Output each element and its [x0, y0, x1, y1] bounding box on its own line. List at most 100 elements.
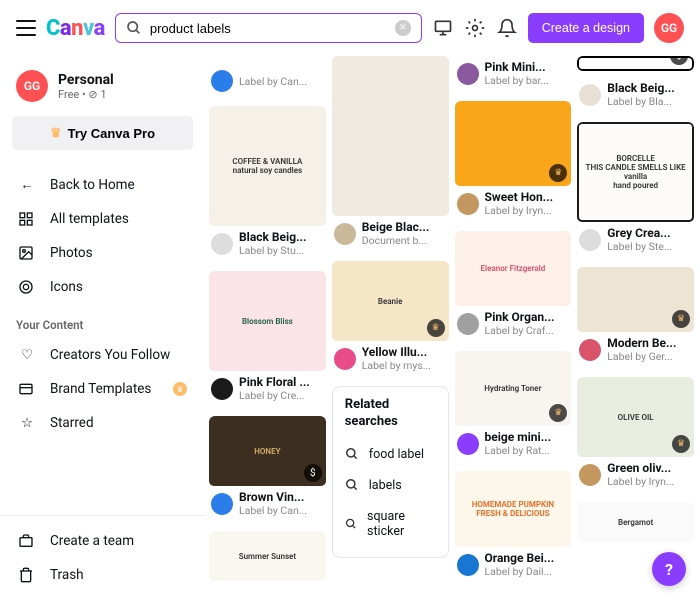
template-thumbnail[interactable]: ♛ [577, 267, 694, 332]
template-title: Beige Blac... [362, 220, 447, 234]
author-avatar[interactable] [211, 233, 233, 255]
template-title: Pink Floral ... [239, 375, 324, 389]
template-thumbnail[interactable]: Hydrating Toner♛ [455, 351, 572, 426]
template-thumbnail[interactable]: ♛ [455, 101, 572, 186]
template-thumbnail[interactable]: Beanie♛ [332, 261, 449, 341]
template-card[interactable]: OLIVE OIL♛ Green oliv...Label by Iryn... [577, 377, 694, 496]
template-title: Brown Vin... [239, 490, 324, 504]
template-title: Yellow Illu... [362, 345, 447, 359]
template-card[interactable]: ♛Sweet Hon...Label by Iryn... [455, 101, 572, 225]
template-author: Label by Dail... [485, 565, 570, 578]
desktop-icon[interactable] [432, 17, 454, 39]
template-card[interactable]: Bergamot [577, 502, 694, 542]
author-avatar[interactable] [457, 313, 479, 335]
clear-search-icon[interactable]: ✕ [395, 20, 411, 36]
canva-logo[interactable]: Canva [46, 16, 105, 41]
template-card[interactable]: Beige Blac...Document b... [332, 56, 449, 255]
template-title: Pink Organ... [485, 310, 570, 324]
premium-badge-icon: ♛ [672, 435, 690, 453]
nav-back-home[interactable]: ←Back to Home [12, 168, 193, 202]
nav-photos[interactable]: Photos [12, 236, 193, 270]
template-card[interactable]: BORCELLE THIS CANDLE SMELLS LIKE vanilla… [577, 122, 694, 261]
template-author: Label by Can... [239, 75, 324, 88]
related-search-item[interactable]: square sticker [345, 501, 436, 547]
profile-name: Personal [58, 72, 114, 88]
template-thumbnail[interactable]: Bergamot [577, 502, 694, 542]
author-avatar[interactable] [334, 348, 356, 370]
template-thumbnail[interactable]: $ [577, 56, 694, 71]
search-input[interactable] [150, 21, 387, 36]
template-author: Label by Iryn... [607, 475, 692, 488]
template-thumbnail[interactable]: Blossom Bliss [209, 271, 326, 371]
template-card[interactable]: HONEY$Brown Vin...Label by Can... [209, 416, 326, 525]
author-avatar[interactable] [211, 70, 233, 92]
template-card[interactable]: COFFEE & VANILLA natural soy candlesBlac… [209, 106, 326, 265]
settings-icon[interactable] [464, 17, 486, 39]
template-thumbnail[interactable]: OLIVE OIL♛ [577, 377, 694, 457]
user-avatar[interactable]: GG [654, 13, 684, 43]
template-card[interactable]: Black Beig...Label by Bla... [577, 77, 694, 116]
author-avatar[interactable] [457, 193, 479, 215]
template-author: Document b... [362, 234, 447, 247]
template-thumbnail[interactable]: BORCELLE THIS CANDLE SMELLS LIKE vanilla… [577, 122, 694, 222]
template-thumbnail[interactable]: Eleanor Fitzgerald [455, 231, 572, 306]
template-thumbnail[interactable]: HONEY$ [209, 416, 326, 486]
related-search-item[interactable]: food label [345, 439, 436, 470]
nav-all-templates[interactable]: All templates [12, 202, 193, 236]
nav-create-team[interactable]: Create a team [12, 524, 193, 558]
author-avatar[interactable] [334, 223, 356, 245]
nav-brand-templates[interactable]: Brand Templates♛ [12, 372, 193, 406]
author-avatar[interactable] [457, 433, 479, 455]
nav-trash[interactable]: Trash [12, 558, 193, 592]
help-button[interactable]: ? [652, 552, 686, 586]
author-avatar[interactable] [579, 464, 601, 486]
author-avatar[interactable] [457, 63, 479, 85]
author-avatar[interactable] [579, 84, 601, 106]
template-thumbnail[interactable]: Summer Sunset [209, 531, 326, 581]
template-thumbnail[interactable]: HOMEMADE PUMPKIN FRESH & DELICIOUS [455, 471, 572, 547]
template-card[interactable]: ♛Modern Be...Label by Ger... [577, 267, 694, 371]
template-author: Label by bar... [485, 74, 570, 87]
try-pro-button[interactable]: ♛Try Canva Pro [12, 116, 193, 150]
author-avatar[interactable] [211, 493, 233, 515]
team-icon [18, 533, 36, 549]
templates-icon [18, 211, 36, 227]
template-card[interactable]: Beanie♛Yellow Illu...Label by mys... [332, 261, 449, 380]
template-author: Label by Stu... [239, 244, 324, 257]
create-design-button[interactable]: Create a design [528, 13, 644, 43]
star-icon: ☆ [18, 415, 36, 431]
template-card[interactable]: $ [577, 56, 694, 71]
profile-avatar: GG [16, 70, 48, 102]
template-card[interactable]: Label by Can... [209, 56, 326, 100]
crown-icon: ♛ [50, 125, 62, 141]
related-title: Related searches [345, 397, 436, 431]
author-avatar[interactable] [457, 554, 479, 576]
search-bar[interactable]: ✕ [115, 13, 422, 43]
template-card[interactable]: HOMEMADE PUMPKIN FRESH & DELICIOUSOrange… [455, 471, 572, 586]
author-avatar[interactable] [579, 229, 601, 251]
template-card[interactable]: Blossom Bliss Pink Floral ...Label by Cre… [209, 271, 326, 410]
template-card[interactable]: Eleanor Fitzgerald Pink Organ...Label by … [455, 231, 572, 345]
template-card[interactable]: Hydrating Toner♛beige mini...Label by Ra… [455, 351, 572, 465]
template-author: Label by Ger... [607, 350, 692, 363]
template-thumbnail[interactable]: COFFEE & VANILLA natural soy candles [209, 106, 326, 226]
template-author: Label by Craf... [485, 324, 570, 337]
related-search-item[interactable]: labels [345, 470, 436, 501]
template-thumbnail[interactable] [332, 56, 449, 216]
nav-starred[interactable]: ☆Starred [12, 406, 193, 440]
template-card[interactable]: Pink Mini...Label by bar... [455, 56, 572, 95]
related-searches-box: Related searches food labellabelssquare s… [332, 386, 449, 558]
template-title: Grey Crea... [607, 226, 692, 240]
notifications-icon[interactable] [496, 17, 518, 39]
template-title: Green oliv... [607, 461, 692, 475]
profile-section[interactable]: GG Personal Free • ⊘ 1 [12, 64, 193, 116]
hamburger-menu[interactable] [16, 20, 36, 36]
template-card[interactable]: Summer Sunset [209, 531, 326, 581]
template-author: Label by Cre... [239, 389, 324, 402]
template-thumbnail[interactable] [209, 56, 326, 66]
nav-icons[interactable]: Icons [12, 270, 193, 304]
nav-creators[interactable]: ♡Creators You Follow [12, 338, 193, 372]
author-avatar[interactable] [579, 339, 601, 361]
author-avatar[interactable] [211, 378, 233, 400]
paid-badge-icon: $ [670, 56, 688, 65]
